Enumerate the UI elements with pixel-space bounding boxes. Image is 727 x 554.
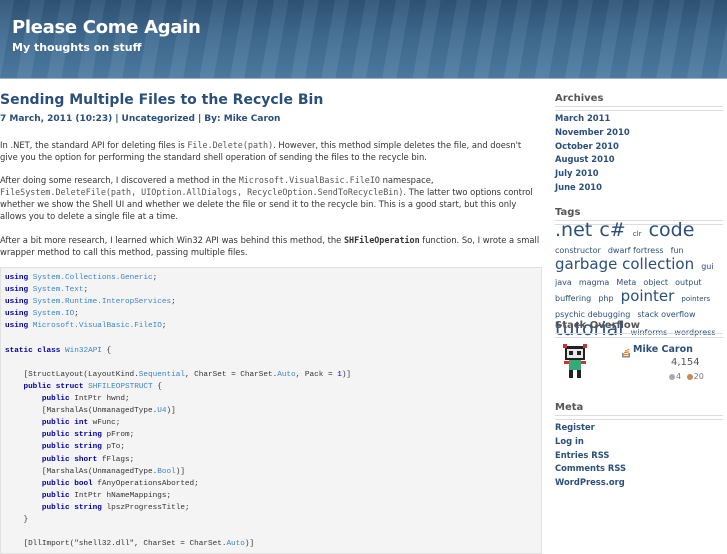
code-line: using Microsoft.VisualBasic.FileIO; (5, 322, 167, 331)
tags-heading: Tags (555, 207, 581, 218)
stackoverflow-heading: Stack Overflow (555, 320, 641, 331)
post-author: By: Mike Caron (204, 114, 281, 124)
site-header: Please Come Again My thoughts on stuff (0, 0, 727, 79)
silver-count: 4 (676, 372, 682, 381)
tag-link[interactable]: clr (633, 230, 642, 238)
tag-link[interactable]: php (598, 294, 613, 303)
stackoverflow-flair[interactable]: Mike Caron 4,154 4 20 (555, 337, 723, 385)
archive-link[interactable]: March 2011 (555, 113, 610, 123)
tag-link[interactable]: c# (599, 219, 625, 241)
archive-link[interactable]: June 2010 (555, 182, 602, 192)
code-line: public int wFunc; (41, 419, 121, 428)
header-background (0, 0, 727, 78)
tag-link[interactable]: pointer (621, 287, 675, 305)
avatar (563, 344, 587, 378)
divider (555, 106, 723, 111)
meta-link[interactable]: Register (555, 422, 595, 432)
code-line: public short fFlags; (41, 455, 135, 464)
site-description: My thoughts on stuff (12, 41, 142, 54)
post-paragraph-2: After doing some research, I discovered … (0, 174, 540, 222)
post-title[interactable]: Sending Multiple Files to the Recycle Bi… (0, 92, 323, 108)
tag-link[interactable]: gui (701, 262, 713, 271)
post-paragraph-3: After a bit more research, I learned whi… (0, 234, 540, 258)
code-line: public IntPtr hwnd; (41, 395, 130, 403)
code-line: [MarshalAs(UnmanagedType.U4)] (5, 407, 176, 416)
archives-heading: Archives (555, 93, 604, 104)
code-line: static class Win32API { (5, 346, 112, 355)
text: After a bit more research, I learned whi… (0, 235, 344, 245)
code-line: public string lpszProgressTitle; (41, 503, 190, 512)
text: In .NET, the standard API for deleting f… (0, 140, 188, 150)
tag-link[interactable]: garbage collection (555, 255, 694, 273)
code-line: [MarshalAs(UnmanagedType.Bool)] (5, 467, 185, 476)
text: namespace, (379, 175, 434, 185)
inline-code: SHFileOperation (343, 235, 420, 245)
code-line: public bool fAnyOperationsAborted; (41, 479, 199, 488)
meta-link[interactable]: Log in (555, 436, 584, 446)
post-date: 7 March, 2011 (10:23) (0, 114, 113, 124)
stackoverflow-logo-icon (621, 343, 631, 358)
tag-link[interactable]: fun (671, 246, 684, 255)
tag-link[interactable]: .net (555, 219, 592, 241)
inline-code: Microsoft.VisualBasic.FileIO (238, 175, 380, 185)
site-title[interactable]: Please Come Again (12, 17, 201, 38)
code-line: using System.Text; (5, 286, 89, 295)
code-line: using System.Runtime.InteropServices; (5, 298, 176, 307)
meta-link[interactable]: WordPress.org (555, 477, 625, 487)
code-block: using System.Collections.Generic; using S… (0, 267, 542, 554)
archive-link[interactable]: August 2010 (555, 154, 615, 164)
meta-link[interactable]: Entries RSS (555, 450, 609, 460)
text: After doing some research, I discovered … (0, 175, 239, 185)
reputation: 4,154 (671, 357, 700, 368)
code-line: [StructLayout(LayoutKind.Sequential, Cha… (5, 370, 352, 379)
code-line: public struct SHFILEOPSTRUCT { (23, 382, 162, 391)
tag-link[interactable]: object (643, 278, 668, 287)
tag-link[interactable]: constructor (555, 246, 601, 255)
badges: 4 20 (669, 372, 704, 381)
tag-link[interactable]: stack overflow (637, 310, 695, 319)
code-line: public string pFrom; (41, 431, 135, 440)
stackoverflow-user-link[interactable]: Mike Caron (633, 344, 693, 355)
code-line: using System.IO; (5, 310, 79, 319)
tag-link[interactable]: Meta (616, 278, 636, 287)
code-line: } (5, 516, 29, 524)
meta-link[interactable]: Comments RSS (555, 463, 626, 473)
tag-link[interactable]: pointers (681, 295, 710, 303)
inline-code: FileSystem.DeleteFile(path, UIOption.All… (0, 187, 404, 197)
archive-link[interactable]: November 2010 (555, 127, 630, 137)
bronze-badge-icon (686, 373, 693, 380)
code-line: [DllImport("shell32.dll", CharSet = Char… (5, 540, 255, 549)
post-category-link[interactable]: Uncategorized (122, 114, 195, 124)
tag-link[interactable]: dwarf fortress (608, 246, 664, 255)
archive-link[interactable]: July 2010 (555, 168, 599, 178)
tag-link[interactable]: java (555, 278, 572, 287)
code-line: public string pTo; (41, 443, 125, 452)
code-line: using System.Collections.Generic; (5, 274, 158, 282)
bronze-count: 20 (693, 372, 704, 381)
tag-link[interactable]: magma (579, 278, 609, 287)
post-paragraph-1: In .NET, the standard API for deleting f… (0, 139, 540, 163)
divider (555, 415, 723, 420)
post-meta: 7 March, 2011 (10:23) | Uncategorized | By: … (0, 114, 281, 124)
tag-link[interactable]: code (649, 219, 695, 241)
silver-badge-icon (669, 373, 675, 380)
archive-link[interactable]: October 2010 (555, 141, 619, 151)
inline-code: File.Delete(path) (187, 140, 274, 150)
code-line: public IntPtr hNameMappings; (41, 491, 172, 500)
meta-heading: Meta (555, 402, 584, 413)
